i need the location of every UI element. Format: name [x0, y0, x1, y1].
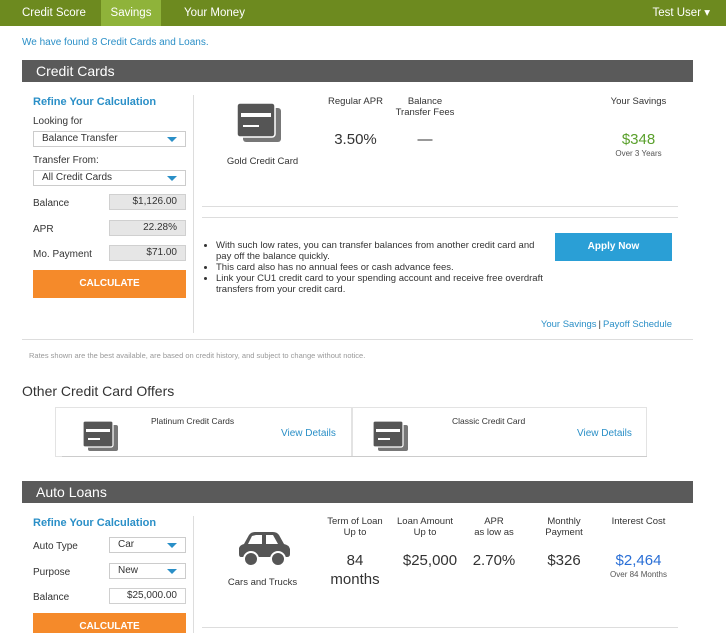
col-your-savings: Your Savings: [610, 96, 667, 107]
col-regular-apr: Regular APR: [328, 96, 383, 107]
divider: [202, 217, 678, 218]
term-unit: months: [330, 571, 380, 588]
balance-label: Balance: [33, 198, 70, 209]
car-icon: [239, 532, 290, 567]
auto-refine-title: Refine Your Calculation: [33, 517, 157, 529]
savings-note: Over 3 Years: [615, 149, 662, 158]
chevron-down-icon: [167, 543, 177, 548]
auto-balance-field[interactable]: $25,000.00: [109, 588, 186, 604]
offer-card-classic[interactable]: Classic Credit Card View Details: [352, 407, 647, 457]
offer-card-platinum[interactable]: Platinum Credit Cards View Details: [55, 407, 352, 457]
view-details-link[interactable]: View Details: [577, 428, 632, 439]
rates-disclaimer: Rates shown are the best available, are …: [29, 351, 366, 360]
apr-value: 2.70%: [472, 552, 516, 569]
interest-cost-value: $2,464: [615, 552, 662, 569]
credit-card-icon: [237, 103, 281, 142]
feature-item: With such low rates, you can transfer ba…: [216, 240, 551, 262]
payoff-schedule-link[interactable]: Payoff Schedule: [603, 319, 672, 330]
other-offers-title: Other Credit Card Offers: [22, 383, 175, 399]
nav-tab-savings[interactable]: Savings: [101, 0, 161, 26]
credit-calculate-button[interactable]: CALCULATE: [33, 270, 186, 298]
credit-cards-header: Credit Cards: [22, 60, 693, 82]
mo-payment-field[interactable]: $71.00: [109, 245, 186, 261]
credit-card-icon: [83, 421, 118, 451]
chevron-down-icon: [167, 569, 177, 574]
divider: [202, 627, 678, 628]
divider: [22, 339, 693, 340]
nav-tab-credit-score[interactable]: Credit Score: [0, 0, 101, 26]
monthly-payment-value: $326: [547, 552, 581, 569]
results-count-text: We have found 8 Credit Cards and Loans.: [22, 37, 209, 48]
feature-item: This card also has no annual fees or cas…: [216, 262, 551, 273]
nav-tab-your-money[interactable]: Your Money: [174, 0, 255, 26]
auto-calculate-button[interactable]: CALCULATE: [33, 613, 186, 633]
savings-value: $348: [621, 131, 656, 148]
balance-fees-value: —: [417, 131, 433, 148]
result-links: Your Savings | Payoff Schedule: [541, 319, 672, 330]
mo-payment-label: Mo. Payment: [33, 249, 92, 260]
divider: [62, 456, 647, 457]
col-monthly-payment: Monthly Payment: [545, 516, 583, 538]
balance-field[interactable]: $1,126.00: [109, 194, 186, 210]
view-details-link[interactable]: View Details: [281, 428, 336, 439]
col-term-of-loan: Term of Loan Up to: [327, 516, 383, 538]
divider: [193, 95, 194, 333]
feature-list: With such low rates, you can transfer ba…: [206, 240, 551, 295]
term-value: 84: [346, 552, 364, 569]
purpose-value: New: [118, 565, 139, 576]
looking-for-value: Balance Transfer: [42, 133, 118, 144]
loan-amount-value: $25,000: [402, 552, 458, 569]
product-name-cars: Cars and Trucks: [227, 577, 298, 588]
user-menu[interactable]: Test User ▾: [652, 0, 710, 26]
purpose-label: Purpose: [33, 567, 71, 578]
offer-name: Classic Credit Card: [452, 416, 526, 426]
purpose-select[interactable]: New: [109, 563, 186, 579]
auto-loans-header: Auto Loans: [22, 481, 693, 503]
auto-type-value: Car: [118, 539, 135, 550]
product-name-gold: Gold Credit Card: [226, 156, 299, 167]
col-interest-cost: Interest Cost: [611, 516, 666, 527]
credit-refine-title: Refine Your Calculation: [33, 96, 157, 108]
looking-for-label: Looking for: [33, 116, 83, 127]
transfer-from-select[interactable]: All Credit Cards: [33, 170, 186, 186]
apply-now-button[interactable]: Apply Now: [555, 233, 672, 261]
auto-balance-label: Balance: [33, 592, 70, 603]
auto-type-select[interactable]: Car: [109, 537, 186, 553]
divider: [193, 516, 194, 633]
feature-item: Link your CU1 credit card to your spendi…: [216, 273, 551, 295]
regular-apr-value: 3.50%: [334, 131, 377, 148]
interest-cost-note: Over 84 Months: [610, 570, 667, 579]
col-loan-amount: Loan Amount Up to: [397, 516, 453, 538]
credit-card-icon: [373, 421, 408, 451]
transfer-from-label: Transfer From:: [33, 155, 99, 166]
your-savings-link[interactable]: Your Savings: [541, 319, 597, 330]
apr-label: APR: [33, 224, 54, 235]
chevron-down-icon: [167, 176, 177, 181]
apr-field[interactable]: 22.28%: [109, 220, 186, 236]
chevron-down-icon: [167, 137, 177, 142]
offer-name: Platinum Credit Cards: [151, 416, 235, 426]
top-nav: Credit Score Savings Your Money Test Use…: [0, 0, 726, 26]
col-apr: APR as low as: [474, 516, 514, 538]
auto-type-label: Auto Type: [33, 541, 78, 552]
transfer-from-value: All Credit Cards: [42, 172, 113, 183]
divider: [202, 206, 678, 207]
col-balance-transfer-fees: Balance Transfer Fees: [395, 96, 455, 118]
looking-for-select[interactable]: Balance Transfer: [33, 131, 186, 147]
